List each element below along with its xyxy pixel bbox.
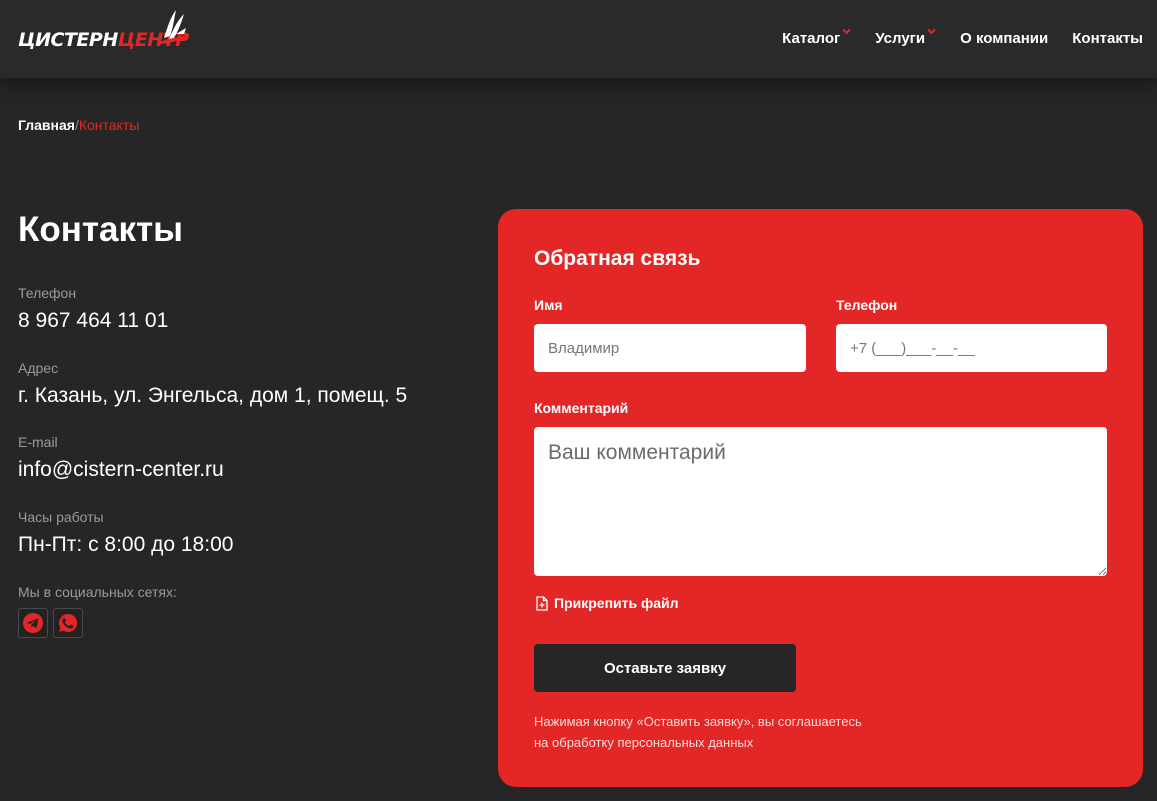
bird-logo-icon	[160, 10, 190, 44]
address-value: г. Казань, ул. Энгельса, дом 1, помещ. 5	[18, 384, 408, 407]
phone-input[interactable]	[836, 324, 1107, 372]
file-plus-icon	[536, 595, 548, 611]
nav-item-label: Услуги	[875, 30, 926, 47]
socials-label: Мы в социальных сетях:	[18, 584, 177, 600]
whatsapp-button[interactable]	[53, 608, 83, 638]
nav-item-label: О компании	[960, 30, 1049, 47]
submit-button[interactable]: Оставьте заявку	[534, 644, 796, 692]
nav-item-catalog[interactable]: Каталог	[782, 28, 851, 47]
chevron-down-icon	[927, 28, 936, 35]
social-links	[18, 608, 83, 638]
address-label: Адрес	[18, 360, 59, 376]
consent-line-1: Нажимая кнопку «Оставить заявку», вы сог…	[534, 714, 862, 729]
phone-field-label: Телефон	[836, 297, 898, 313]
telegram-button[interactable]	[18, 608, 48, 638]
comment-textarea[interactable]	[534, 427, 1107, 576]
chevron-down-icon	[842, 28, 851, 35]
email-value[interactable]: info@cistern-center.ru	[18, 458, 224, 482]
hours-value: Пн-Пт: с 8:00 до 18:00	[18, 533, 234, 556]
attach-file-label: Прикрепить файл	[554, 595, 679, 611]
site-header: ЦИСТЕРНЦЕНТР Каталог Услуги О компании К…	[0, 0, 1157, 78]
nav-item-services[interactable]: Услуги	[875, 28, 936, 47]
name-input[interactable]	[534, 324, 806, 372]
name-label: Имя	[534, 297, 563, 313]
breadcrumb-current: Контакты	[78, 117, 140, 133]
logo-text-part1: ЦИСТЕРН	[18, 29, 118, 51]
nav-item-label: Контакты	[1072, 30, 1143, 47]
main-nav: Каталог Услуги О компании Контакты	[758, 28, 1143, 47]
nav-item-label: Каталог	[782, 30, 841, 47]
nav-item-contacts[interactable]: Контакты	[1072, 30, 1143, 47]
consent-line-2: на обработку персональных данных	[534, 735, 754, 750]
phone-label: Телефон	[18, 285, 77, 301]
consent-text: Нажимая кнопку «Оставить заявку», вы сог…	[534, 711, 934, 753]
email-label: E-mail	[18, 434, 58, 450]
breadcrumb-home-link[interactable]: Главная	[18, 117, 75, 133]
form-title: Обратная связь	[534, 247, 701, 270]
attach-file-button[interactable]: Прикрепить файл	[536, 595, 679, 611]
phone-value[interactable]: 8 967 464 11 01	[18, 309, 168, 333]
telegram-icon	[23, 613, 43, 633]
comment-label: Комментарий	[534, 400, 629, 416]
feedback-form: Обратная связь Имя Телефон Комментарий П…	[498, 209, 1143, 787]
whatsapp-icon	[59, 613, 78, 632]
logo[interactable]: ЦИСТЕРНЦЕНТР	[18, 8, 193, 58]
nav-item-about[interactable]: О компании	[960, 30, 1048, 47]
breadcrumb: Главная/Контакты	[18, 117, 139, 133]
page-title: Контакты	[18, 210, 184, 249]
hours-label: Часы работы	[18, 509, 104, 525]
